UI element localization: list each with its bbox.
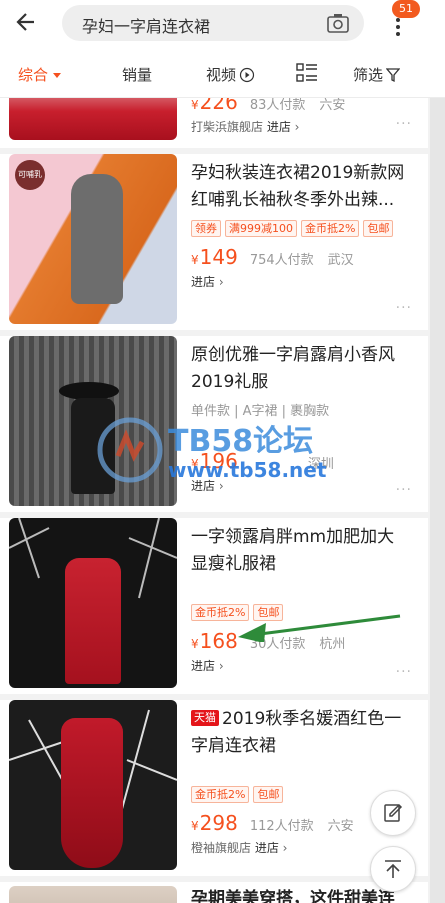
product-title-text: 2019秋季名媛酒红色一字肩连衣裙 xyxy=(191,709,402,756)
arrow-up-icon xyxy=(385,860,401,878)
thumb-badge: 可哺乳 xyxy=(15,160,45,190)
tag: 包邮 xyxy=(253,786,284,803)
message-count-badge: 51 xyxy=(392,0,420,18)
location: 深圳 xyxy=(307,457,334,472)
currency-symbol: ¥ xyxy=(191,457,199,471)
product-card[interactable]: 一字领露肩胖mm加肥加大显瘦礼服裙 金币抵2% 包邮 ¥168 30人付款 杭州 进… xyxy=(0,518,428,694)
sort-label: 销量 xyxy=(122,66,153,84)
currency-symbol: ¥ xyxy=(191,98,199,112)
more-dots-icon[interactable]: ··· xyxy=(396,300,412,316)
sort-bar: 综合 销量 视频 筛选 xyxy=(0,48,445,98)
promo-tags: 领券 满999减100 金币抵2% 包邮 xyxy=(191,220,410,237)
product-image[interactable]: 可哺乳 xyxy=(9,154,177,324)
back-to-top-button[interactable] xyxy=(370,846,416,892)
location: 武汉 xyxy=(327,253,354,268)
product-card[interactable]: 可哺乳 孕妇秋装连衣裙2019新款网红哺乳长袖秋冬季外出辣... 领券 满999… xyxy=(0,154,428,330)
product-image[interactable] xyxy=(9,700,177,870)
model-silhouette xyxy=(71,398,115,494)
product-image[interactable] xyxy=(9,886,177,903)
caret-down-icon xyxy=(53,72,62,78)
enter-shop-link[interactable]: 进店 xyxy=(191,275,215,289)
enter-shop-link[interactable]: 进店 xyxy=(267,120,291,134)
product-card[interactable]: 孕期美美穿搭，这件甜美连 xyxy=(0,882,428,903)
product-card[interactable]: 天猫 2019秋季名媛酒红色一字肩连衣裙 金币抵2% 包邮 ¥298 112人付款六… xyxy=(0,700,428,876)
more-dots-icon[interactable]: ··· xyxy=(396,664,412,680)
tag: 金币抵2% xyxy=(191,786,250,803)
shop-line[interactable]: 进店 › xyxy=(191,657,410,674)
sort-video[interactable]: 视频 xyxy=(206,64,255,85)
play-circle-icon xyxy=(239,67,255,82)
location: 六安 xyxy=(319,98,346,113)
search-bar[interactable]: 孕妇一字肩连衣裙 xyxy=(62,5,364,41)
model-silhouette xyxy=(61,718,123,868)
product-card[interactable]: 原创优雅一字肩露肩小香风2019礼服 单件款 | A字裙 | 裹胸款 ¥196 深… xyxy=(0,336,428,512)
shop-name: 打柴浜旗舰店 xyxy=(191,120,264,134)
search-query[interactable]: 孕妇一字肩连衣裙 xyxy=(82,13,210,37)
product-image[interactable] xyxy=(9,98,177,140)
product-image[interactable] xyxy=(9,518,177,688)
shop-name: 橙袖旗舰店 xyxy=(191,841,252,855)
sold-count: 754人付款 xyxy=(249,253,314,268)
sort-label: 筛选 xyxy=(353,66,384,84)
enter-shop-link[interactable]: 进店 xyxy=(191,659,215,673)
product-title[interactable]: 原创优雅一字肩露肩小香风2019礼服 xyxy=(191,342,410,396)
product-attributes: 单件款 | A字裙 | 裹胸款 xyxy=(191,404,330,419)
product-title[interactable]: 孕妇秋装连衣裙2019新款网红哺乳长袖秋冬季外出辣... xyxy=(191,160,410,214)
sort-label: 综合 xyxy=(18,66,49,84)
product-title[interactable]: 孕期美美穿搭，这件甜美连 xyxy=(191,886,410,903)
location: 六安 xyxy=(327,819,354,834)
sold-count: 83人付款 xyxy=(249,98,306,113)
tag: 领券 xyxy=(191,220,221,237)
currency-symbol: ¥ xyxy=(191,819,199,833)
price: 149 xyxy=(199,245,238,269)
top-bar: 孕妇一字肩连衣裙 51 xyxy=(0,0,445,48)
more-dots-icon[interactable]: ··· xyxy=(396,482,412,498)
model-silhouette xyxy=(65,558,121,684)
model-silhouette xyxy=(71,174,123,304)
currency-symbol: ¥ xyxy=(191,253,199,267)
product-title[interactable]: 一字领露肩胖mm加肥加大显瘦礼服裙 xyxy=(191,524,410,578)
tag: 满999减100 xyxy=(225,220,297,237)
product-title[interactable]: 天猫 2019秋季名媛酒红色一字肩连衣裙 xyxy=(191,706,410,760)
tag: 包邮 xyxy=(363,220,394,237)
camera-icon[interactable] xyxy=(326,11,350,35)
shop-line[interactable]: 打柴浜旗舰店 进店 › xyxy=(191,118,410,135)
currency-symbol: ¥ xyxy=(191,637,199,651)
filter-button[interactable]: 筛选 xyxy=(353,64,401,85)
sold-count: 112人付款 xyxy=(249,819,314,834)
filter-funnel-icon xyxy=(386,67,401,82)
price: 226 xyxy=(199,98,238,114)
scrollbar-track[interactable] xyxy=(430,98,445,903)
more-dots-icon[interactable]: ··· xyxy=(396,116,412,132)
tag: 金币抵2% xyxy=(301,220,360,237)
shop-line[interactable]: 进店 › xyxy=(191,477,410,494)
price: 298 xyxy=(199,811,238,835)
product-list: ¥226 83人付款 六安 打柴浜旗舰店 进店 › ··· 可哺乳 孕妇秋装连衣裙2… xyxy=(0,98,428,903)
sort-label: 视频 xyxy=(206,66,237,84)
back-arrow-icon[interactable] xyxy=(14,8,42,36)
price: 196 xyxy=(199,449,238,473)
tmall-badge: 天猫 xyxy=(191,710,219,726)
shop-line[interactable]: 进店 › xyxy=(191,273,410,290)
enter-shop-link[interactable]: 进店 xyxy=(191,479,215,493)
product-image[interactable] xyxy=(9,336,177,506)
sort-sales[interactable]: 销量 xyxy=(122,64,152,85)
edit-note-icon xyxy=(384,803,403,822)
product-card[interactable]: ¥226 83人付款 六安 打柴浜旗舰店 进店 › ··· xyxy=(0,98,428,148)
sort-comprehensive[interactable]: 综合 xyxy=(18,64,63,85)
annotation-arrow-icon xyxy=(238,614,401,642)
layout-toggle-icon[interactable] xyxy=(296,63,318,83)
enter-shop-link[interactable]: 进店 xyxy=(255,841,279,855)
feedback-button[interactable] xyxy=(370,790,416,836)
